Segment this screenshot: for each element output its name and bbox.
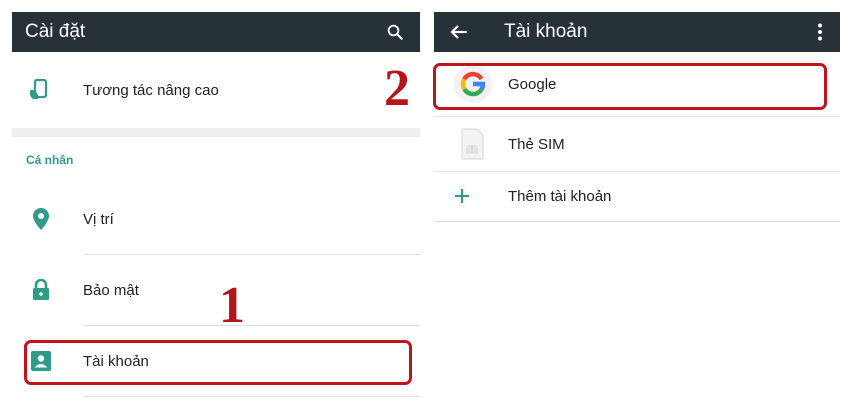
overflow-menu-icon[interactable] bbox=[808, 12, 832, 52]
divider bbox=[434, 221, 840, 222]
settings-title: Cài đặt bbox=[25, 21, 86, 42]
advanced-interaction-item[interactable]: Tương tác nâng cao bbox=[12, 52, 420, 128]
plus-icon bbox=[452, 186, 472, 206]
sim-label: Thẻ SIM bbox=[508, 135, 565, 153]
google-highlight-box bbox=[433, 63, 827, 110]
accounts-title: Tài khoản bbox=[504, 21, 588, 42]
sidebar-item-location[interactable]: Vị trí bbox=[12, 184, 420, 254]
divider bbox=[83, 396, 420, 397]
lock-icon bbox=[29, 278, 53, 302]
accounts-screen: Tài khoản Google Thẻ SIM Thêm tài khoản bbox=[433, 12, 840, 417]
section-separator bbox=[12, 128, 420, 137]
step-number-1: 1 bbox=[219, 277, 245, 334]
accounts-highlight-box bbox=[24, 340, 412, 385]
advanced-interaction-label: Tương tác nâng cao bbox=[83, 81, 219, 99]
settings-app-bar: Cài đặt bbox=[12, 12, 420, 52]
add-account-label: Thêm tài khoản bbox=[508, 187, 612, 205]
sim-card-icon bbox=[456, 126, 488, 162]
back-arrow-icon[interactable] bbox=[444, 12, 474, 52]
add-account-item[interactable]: Thêm tài khoản bbox=[434, 172, 840, 220]
sidebar-item-security[interactable]: Bảo mật bbox=[12, 255, 420, 325]
location-label: Vị trí bbox=[83, 210, 114, 228]
settings-screen: Cài đặt Tương tác nâng cao Cá nhân Vị tr… bbox=[12, 12, 420, 417]
search-icon[interactable] bbox=[380, 12, 410, 52]
step-number-2: 2 bbox=[384, 60, 410, 117]
account-item-sim[interactable]: Thẻ SIM bbox=[434, 117, 840, 171]
location-pin-icon bbox=[29, 207, 53, 231]
security-label: Bảo mật bbox=[83, 281, 139, 299]
accounts-app-bar: Tài khoản bbox=[434, 12, 840, 52]
section-header-personal: Cá nhân bbox=[26, 153, 74, 167]
hand-phone-icon bbox=[22, 74, 54, 106]
